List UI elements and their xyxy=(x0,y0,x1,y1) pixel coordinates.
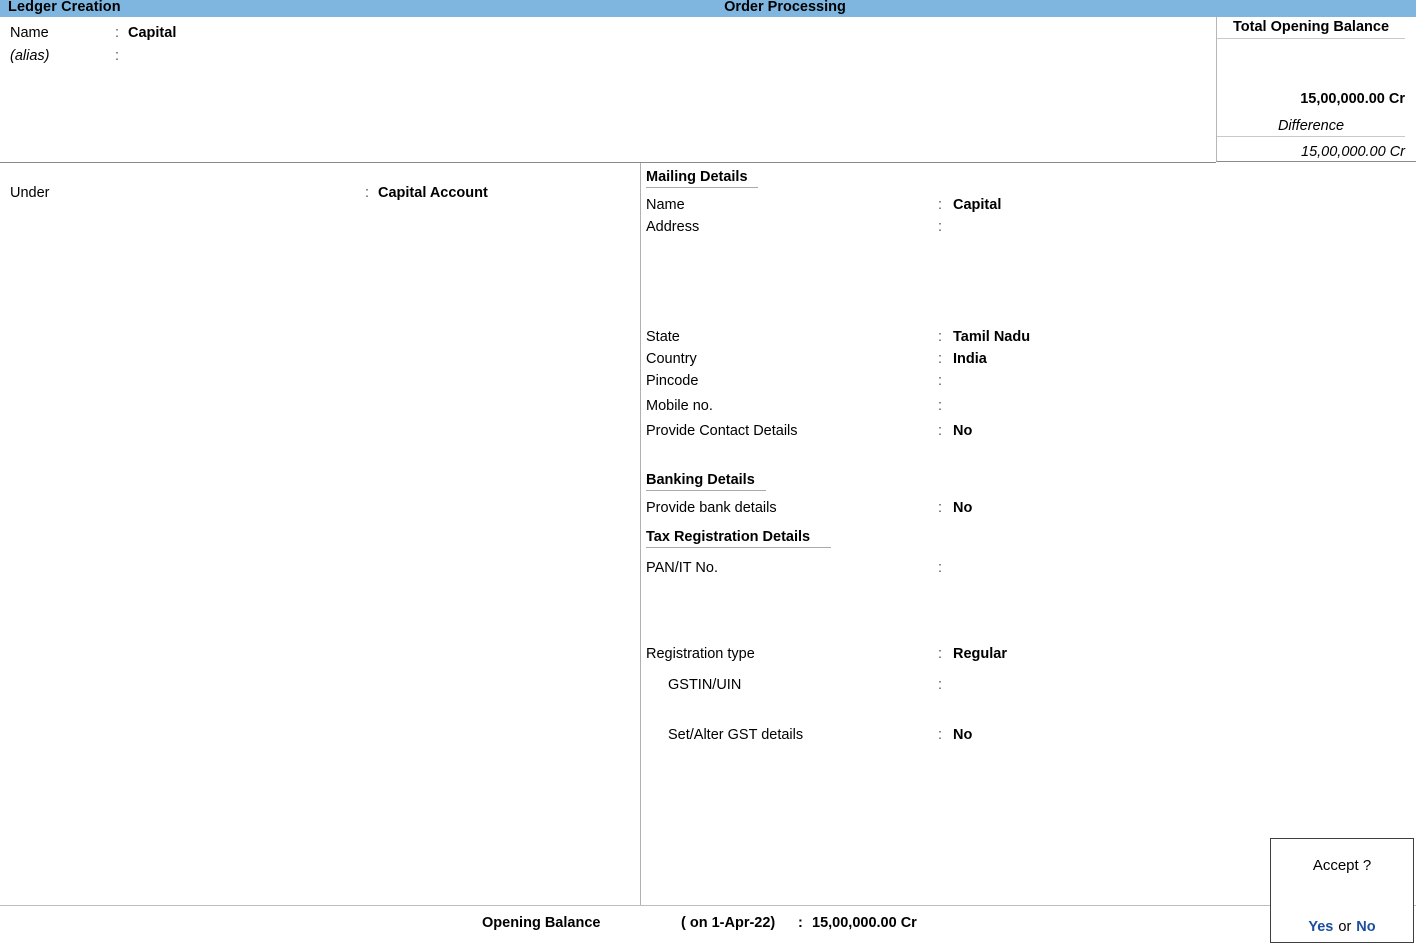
difference-value: 15,00,000.00 Cr xyxy=(1217,144,1405,160)
provide-contact-details-colon: : xyxy=(938,423,942,439)
mailing-country-colon: : xyxy=(938,351,942,367)
accept-dialog-actions: Yesor No xyxy=(1271,919,1413,935)
mailing-mobile-colon: : xyxy=(938,398,942,414)
tax-registration-details-heading: Tax Registration Details xyxy=(646,529,831,548)
accept-or-label: or xyxy=(1338,919,1351,935)
title-bar: Ledger Creation Order Processing xyxy=(0,0,1416,17)
provide-contact-details-input[interactable]: No xyxy=(953,423,972,439)
registration-type-label: Registration type xyxy=(646,646,755,662)
provide-bank-details-input[interactable]: No xyxy=(953,500,972,516)
mailing-pincode-label: Pincode xyxy=(646,373,698,389)
registration-type-input[interactable]: Regular xyxy=(953,646,1007,662)
ledger-identity-panel: Name : Capital (alias) : xyxy=(0,17,1216,162)
set-alter-gst-details-colon: : xyxy=(938,727,942,743)
name-input[interactable]: Capital xyxy=(128,25,176,41)
header-divider xyxy=(0,162,1216,163)
alias-colon: : xyxy=(115,48,119,64)
mailing-name-input[interactable]: Capital xyxy=(953,197,1001,213)
registration-type-colon: : xyxy=(938,646,942,662)
under-input[interactable]: Capital Account xyxy=(378,185,488,201)
mailing-address-colon: : xyxy=(938,219,942,235)
mailing-pincode-colon: : xyxy=(938,373,942,389)
mailing-details-heading: Mailing Details xyxy=(646,169,758,188)
total-opening-balance-panel: Total Opening Balance 15,00,000.00 Cr Di… xyxy=(1216,17,1416,162)
gstin-uin-label: GSTIN/UIN xyxy=(668,677,741,693)
footer-divider xyxy=(0,905,1416,906)
mailing-country-label: Country xyxy=(646,351,697,367)
name-colon: : xyxy=(115,25,119,41)
pane-divider xyxy=(640,163,641,905)
accept-yes-button[interactable]: Yes xyxy=(1308,919,1333,935)
provide-contact-details-label: Provide Contact Details xyxy=(646,423,798,439)
under-colon: : xyxy=(365,185,369,201)
total-opening-balance-heading: Total Opening Balance xyxy=(1217,19,1405,39)
mailing-state-input[interactable]: Tamil Nadu xyxy=(953,329,1030,345)
difference-label: Difference xyxy=(1217,118,1405,137)
opening-balance-amount[interactable]: 15,00,000.00 Cr xyxy=(812,915,917,931)
under-label: Under xyxy=(10,185,50,201)
opening-balance-colon: : xyxy=(798,915,803,931)
mailing-state-label: State xyxy=(646,329,680,345)
accept-no-button[interactable]: No xyxy=(1356,919,1375,935)
pan-it-no-colon: : xyxy=(938,560,942,576)
alias-label: (alias) xyxy=(10,48,49,64)
opening-balance-date: ( on 1-Apr-22) xyxy=(681,915,775,931)
provide-bank-details-colon: : xyxy=(938,500,942,516)
mailing-state-colon: : xyxy=(938,329,942,345)
accept-dialog-title: Accept ? xyxy=(1271,857,1413,874)
pan-it-no-label: PAN/IT No. xyxy=(646,560,718,576)
mailing-address-label: Address xyxy=(646,219,699,235)
opening-balance-label: Opening Balance xyxy=(482,915,600,931)
mailing-country-input[interactable]: India xyxy=(953,351,987,367)
banking-details-heading: Banking Details xyxy=(646,472,766,491)
screen-title: Order Processing xyxy=(77,0,1416,15)
set-alter-gst-details-input[interactable]: No xyxy=(953,727,972,743)
mailing-name-colon: : xyxy=(938,197,942,213)
mailing-mobile-label: Mobile no. xyxy=(646,398,713,414)
mailing-name-label: Name xyxy=(646,197,685,213)
provide-bank-details-label: Provide bank details xyxy=(646,500,777,516)
accept-dialog: Accept ? Yesor No xyxy=(1270,838,1414,943)
total-opening-balance-amount: 15,00,000.00 Cr xyxy=(1217,91,1405,107)
name-label: Name xyxy=(10,25,49,41)
set-alter-gst-details-label: Set/Alter GST details xyxy=(668,727,803,743)
gstin-uin-colon: : xyxy=(938,677,942,693)
